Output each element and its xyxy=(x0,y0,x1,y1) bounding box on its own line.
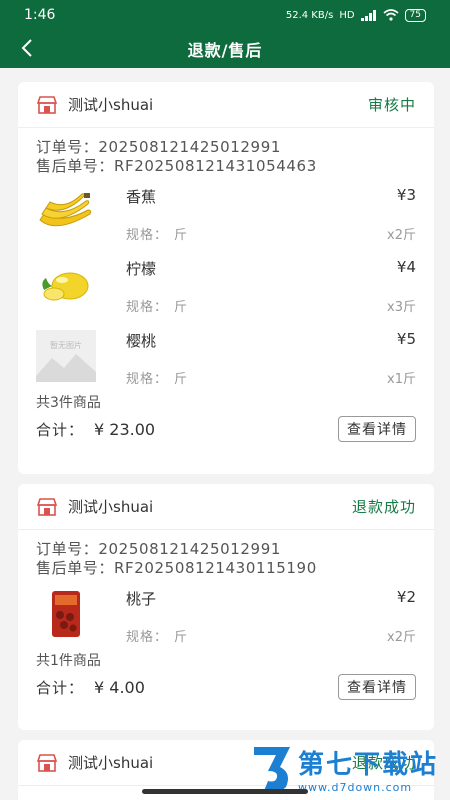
spec-value: 斤 xyxy=(174,630,189,645)
product-item[interactable]: 柠檬 ¥4 规格： 斤 x3斤 xyxy=(36,248,434,320)
watermark-logo-icon xyxy=(254,747,290,793)
order-summary: 共3件商品 合计： ¥ 23.00 查看详情 xyxy=(18,392,434,444)
status-time: 1:46 xyxy=(24,7,56,23)
spec-value: 斤 xyxy=(174,300,189,315)
product-quantity: x1斤 xyxy=(387,372,416,387)
spec-label: 规格： xyxy=(126,630,169,645)
network-speed: 52.4 KB/s xyxy=(285,9,334,21)
product-name: 樱桃 xyxy=(126,332,157,350)
chevron-left-icon xyxy=(21,39,32,57)
product-quantity: x3斤 xyxy=(387,300,416,315)
order-info: 订单号：202508121425012991 售后单号：RF2025081214… xyxy=(18,530,434,578)
view-details-button[interactable]: 查看详情 xyxy=(338,674,416,700)
nav-bar: 退款/售后 xyxy=(0,30,450,68)
order-number: 订单号：202508121425012991 xyxy=(36,138,281,156)
product-price: ¥3 xyxy=(396,186,416,204)
product-name: 香蕉 xyxy=(126,188,157,206)
shop-name: 测试小shuai xyxy=(68,754,154,772)
total-row: 合计： ¥ 23.00 查看详情 xyxy=(36,414,416,444)
signal-icon xyxy=(360,9,376,21)
back-button[interactable] xyxy=(14,34,40,62)
product-spec: 规格： 斤 xyxy=(126,626,188,645)
spec-value: 斤 xyxy=(174,228,189,243)
after-sale-number: 售后单号：RF202508121430115190 xyxy=(36,559,317,577)
watermark-title: 第七下载站 xyxy=(298,750,439,780)
product-spec: 规格： 斤 xyxy=(126,368,188,387)
order-card: 测试小shuai 退款成功 订单号：202508121425012991 售后单… xyxy=(18,484,434,730)
lemon-image xyxy=(36,258,96,310)
total-value: ¥ 4.00 xyxy=(94,677,145,697)
after-sale-number: 售后单号：RF202508121431054463 xyxy=(36,157,317,175)
total-row: 合计： ¥ 4.00 查看详情 xyxy=(36,672,416,702)
item-count: 共3件商品 xyxy=(36,395,101,411)
page-title: 退款/售后 xyxy=(187,41,263,60)
battery-icon: 75 xyxy=(404,8,426,22)
shop-name: 测试小shuai xyxy=(68,498,154,516)
product-price: ¥2 xyxy=(396,588,416,606)
product-item[interactable]: 香蕉 ¥3 规格： 斤 x2斤 xyxy=(36,176,434,248)
product-name: 柠檬 xyxy=(126,260,157,278)
product-spec: 规格： 斤 xyxy=(126,296,188,315)
order-info: 订单号：202508121425012991 售后单号：RF2025081214… xyxy=(18,128,434,176)
product-quantity: x2斤 xyxy=(387,630,416,645)
product-item[interactable]: 桃子 ¥2 规格： 斤 x2斤 xyxy=(36,578,434,650)
watermark-url: www.d7down.com xyxy=(298,781,413,794)
order-card: 测试小shuai 审核中 订单号：202508121425012991 售后单号… xyxy=(18,82,434,474)
shop-icon xyxy=(36,497,58,516)
spec-label: 规格： xyxy=(126,300,169,315)
card-header: 测试小shuai 退款成功 xyxy=(18,484,434,530)
product-quantity: x2斤 xyxy=(387,228,416,243)
banana-image xyxy=(36,186,96,238)
product-price: ¥4 xyxy=(396,258,416,276)
order-summary: 共1件商品 合计： ¥ 4.00 查看详情 xyxy=(18,650,434,702)
product-spec: 规格： 斤 xyxy=(126,224,188,243)
order-status: 退款成功 xyxy=(351,498,416,516)
wifi-icon xyxy=(383,9,399,21)
spec-value: 斤 xyxy=(174,372,189,387)
item-count: 共1件商品 xyxy=(36,653,101,669)
product-item[interactable]: 暂无图片 樱桃 ¥5 规格： 斤 x1斤 xyxy=(36,320,434,392)
total-value: ¥ 23.00 xyxy=(94,419,156,439)
shop-name: 测试小shuai xyxy=(68,96,154,114)
order-number: 订单号：202508121425012991 xyxy=(36,540,281,558)
home-indicator[interactable] xyxy=(142,789,308,794)
order-status: 审核中 xyxy=(367,96,416,114)
watermark-text: 第七下载站 www.d7down.com xyxy=(298,744,438,794)
placeholder-text: 暂无图片 xyxy=(50,341,82,350)
product-name: 桃子 xyxy=(126,590,157,608)
spec-label: 规格： xyxy=(126,372,169,387)
product-price: ¥5 xyxy=(396,330,416,348)
total-label: 合计： xyxy=(36,420,85,439)
total-label: 合计： xyxy=(36,678,85,697)
spec-label: 规格： xyxy=(126,228,169,243)
network-type: HD xyxy=(339,9,355,21)
peach-package-image xyxy=(36,588,96,640)
view-details-button[interactable]: 查看详情 xyxy=(338,416,416,442)
no-image-placeholder: 暂无图片 xyxy=(36,330,96,382)
status-bar: 1:46 52.4 KB/s HD 75 xyxy=(0,0,450,30)
shop-icon xyxy=(36,95,58,114)
shop-icon xyxy=(36,753,58,772)
card-header: 测试小shuai 审核中 xyxy=(18,82,434,128)
status-icons: 52.4 KB/s HD 75 xyxy=(285,8,426,22)
